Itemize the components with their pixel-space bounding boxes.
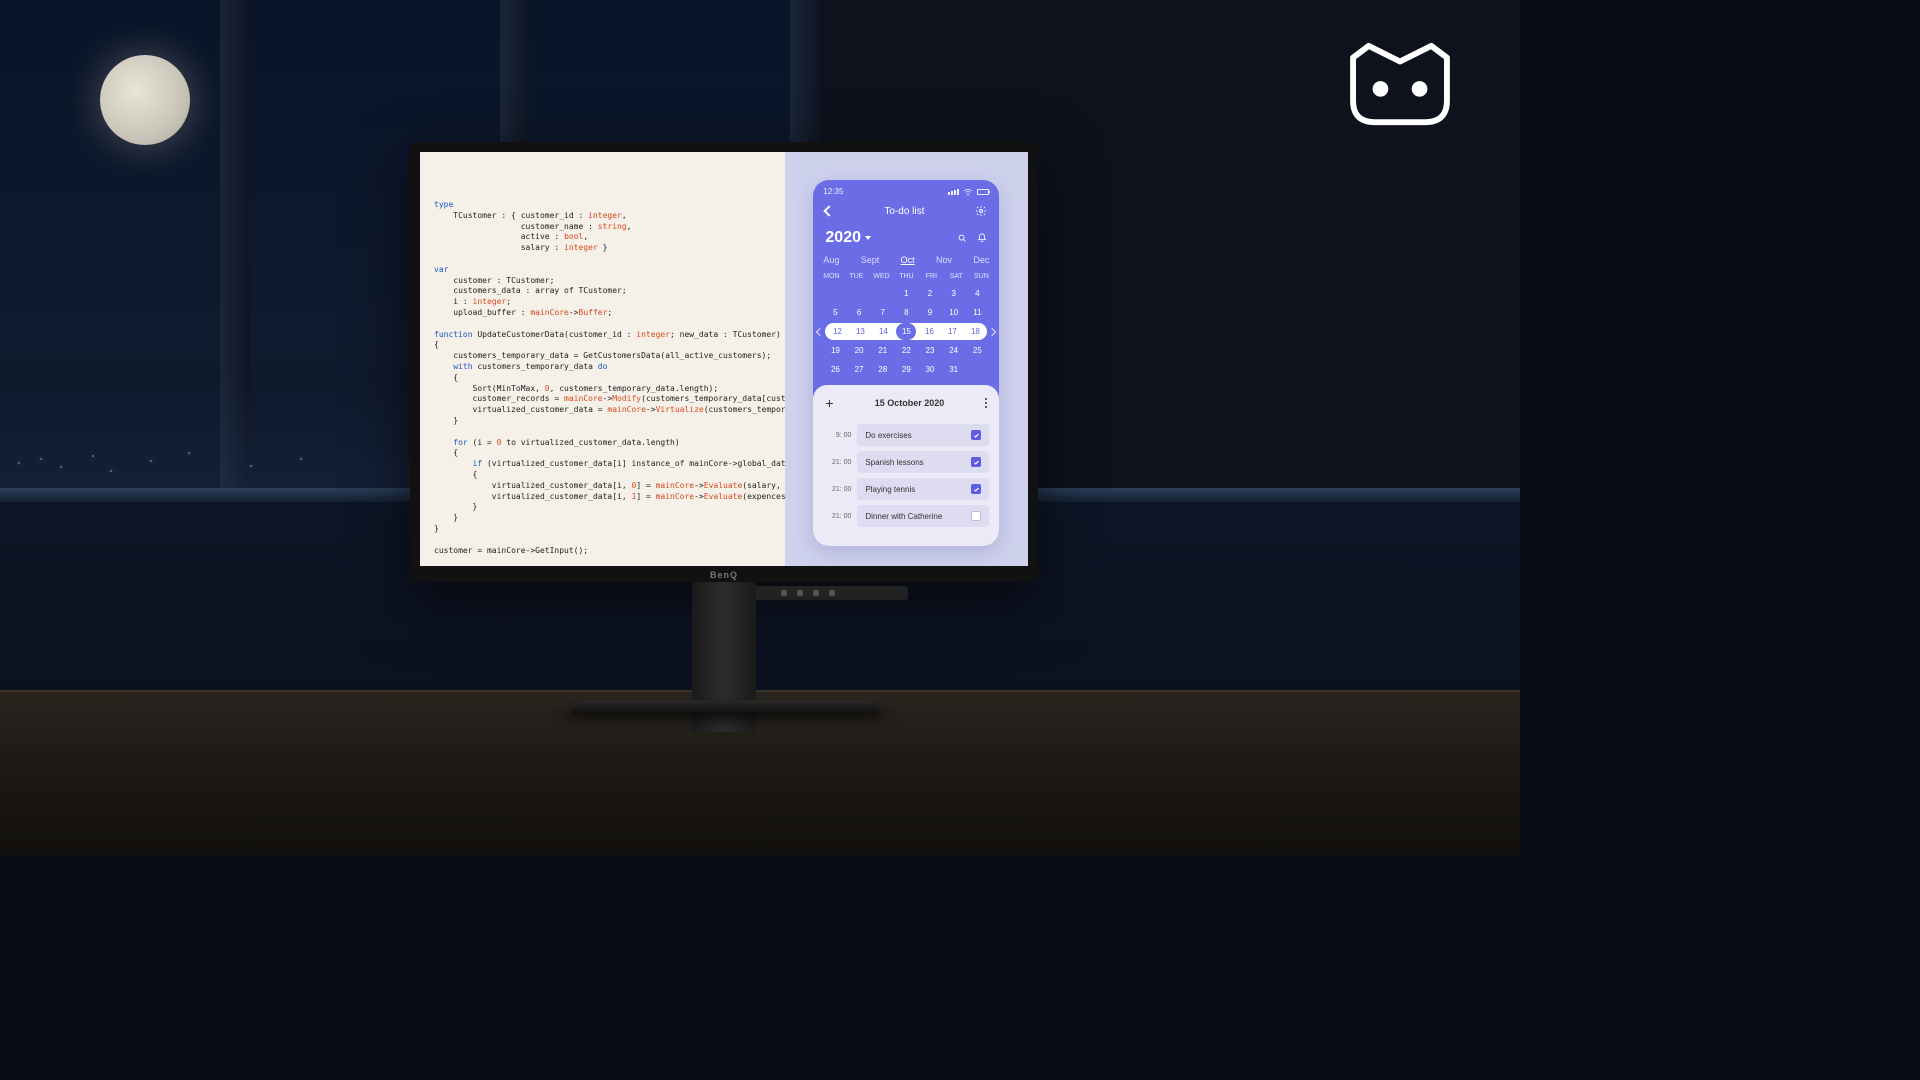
task-row[interactable]: 21: 00 Playing tennis	[823, 478, 989, 500]
bell-icon[interactable]	[977, 233, 987, 243]
status-bar: 12:35	[813, 180, 999, 201]
year-selector[interactable]: 2020	[825, 229, 871, 247]
calendar-day[interactable]: 23	[920, 342, 940, 359]
month-tab[interactable]: Oct	[901, 255, 915, 265]
next-week-icon[interactable]	[988, 327, 996, 335]
phone-mock: 12:35 To-do list 20 2	[813, 180, 999, 546]
app-preview-pane: 12:35 To-do list 20 2	[785, 152, 1028, 566]
calendar-day[interactable]: 31	[944, 361, 964, 378]
calendar-day[interactable]: 26	[825, 361, 845, 378]
more-icon[interactable]	[985, 398, 987, 408]
calendar-day[interactable]: 6	[849, 304, 869, 321]
month-tab[interactable]: Dec	[973, 255, 989, 265]
calendar-day[interactable]: 24	[944, 342, 964, 359]
calendar-day[interactable]: 10	[944, 304, 964, 321]
calendar-day[interactable]: 11	[967, 304, 987, 321]
wifi-icon	[963, 187, 973, 197]
task-time: 21: 00	[823, 513, 851, 520]
calendar-week[interactable]: 262728293031	[813, 360, 999, 379]
app-title: To-do list	[884, 206, 924, 217]
calendar-day[interactable]: 5	[825, 304, 845, 321]
task-row[interactable]: 21: 00 Spanish lessons	[823, 451, 989, 473]
task-checkbox[interactable]	[971, 430, 981, 440]
calendar-day[interactable]: 9	[920, 304, 940, 321]
task-checkbox[interactable]	[971, 457, 981, 467]
calendar-day[interactable]: 12	[827, 323, 847, 340]
calendar-week[interactable]: 12131415161718	[813, 322, 999, 341]
task-label: Spanish lessons	[857, 451, 989, 473]
monitor-bezel: type TCustomer : { customer_id : integer…	[410, 142, 1038, 582]
caret-down-icon	[865, 236, 871, 240]
calendar-day[interactable]: 20	[849, 342, 869, 359]
monitor-stand	[570, 700, 881, 714]
calendar-day	[825, 285, 845, 302]
calendar-day	[873, 285, 893, 302]
calendar-week[interactable]: 567891011	[813, 303, 999, 322]
calendar-day[interactable]: 19	[825, 342, 845, 359]
tasks-panel: + 15 October 2020 9: 00 Do exercises 21: 0…	[813, 385, 999, 546]
calendar-day[interactable]: 22	[896, 342, 916, 359]
back-icon[interactable]	[824, 205, 835, 216]
monitor-screen: type TCustomer : { customer_id : integer…	[420, 152, 1028, 566]
task-row[interactable]: 21: 00 Dinner with Catherine	[823, 505, 989, 527]
task-row[interactable]: 9: 00 Do exercises	[823, 424, 989, 446]
task-checkbox[interactable]	[971, 484, 981, 494]
calendar-day[interactable]: 15	[896, 323, 916, 340]
tasks-date: 15 October 2020	[875, 398, 945, 408]
add-task-button[interactable]: +	[825, 395, 833, 411]
calendar-day[interactable]: 17	[942, 323, 962, 340]
day-of-week-header: MONTUEWEDTHUFRISATSUN	[813, 271, 999, 284]
month-tab[interactable]: Sept	[861, 255, 880, 265]
calendar-day[interactable]: 14	[873, 323, 893, 340]
owl-logo-icon	[1340, 40, 1460, 128]
calendar-day[interactable]: 18	[965, 323, 985, 340]
task-label: Dinner with Catherine	[857, 505, 989, 527]
task-label: Do exercises	[857, 424, 989, 446]
task-time: 21: 00	[823, 486, 851, 493]
month-tabs[interactable]: Aug Sept Oct Nov Dec	[813, 253, 999, 271]
app-header: To-do list	[813, 201, 999, 225]
task-time: 21: 00	[823, 459, 851, 466]
calendar-day	[967, 361, 987, 378]
calendar-day[interactable]: 13	[850, 323, 870, 340]
code-editor: type TCustomer : { customer_id : integer…	[420, 152, 785, 566]
calendar-day[interactable]: 8	[896, 304, 916, 321]
calendar-day[interactable]: 30	[920, 361, 940, 378]
calendar-week[interactable]: 19202122232425	[813, 341, 999, 360]
month-tab[interactable]: Aug	[823, 255, 839, 265]
signal-icon	[948, 189, 959, 195]
calendar-day[interactable]: 3	[944, 285, 964, 302]
calendar-grid[interactable]: 1234567891011121314151617181920212223242…	[813, 284, 999, 379]
monitor: type TCustomer : { customer_id : integer…	[410, 142, 1038, 742]
month-tab[interactable]: Nov	[936, 255, 952, 265]
clock: 12:35	[823, 187, 843, 197]
calendar-day[interactable]: 4	[967, 285, 987, 302]
task-time: 9: 00	[823, 432, 851, 439]
calendar-day[interactable]: 2	[920, 285, 940, 302]
calendar-day[interactable]: 1	[896, 285, 916, 302]
calendar-day[interactable]: 29	[896, 361, 916, 378]
task-checkbox[interactable]	[971, 511, 981, 521]
monitor-brand: BenQ	[410, 570, 1038, 580]
calendar-day[interactable]: 16	[919, 323, 939, 340]
battery-icon	[977, 189, 989, 195]
calendar-day[interactable]: 28	[873, 361, 893, 378]
calendar-day[interactable]: 7	[873, 304, 893, 321]
year-row: 2020	[813, 225, 999, 253]
calendar-day[interactable]: 25	[967, 342, 987, 359]
calendar-week[interactable]: 1234	[813, 284, 999, 303]
calendar-day[interactable]: 21	[873, 342, 893, 359]
task-label: Playing tennis	[857, 478, 989, 500]
task-list: 9: 00Do exercises21: 00Spanish lessons21…	[823, 424, 989, 527]
search-icon[interactable]	[957, 233, 967, 243]
gear-icon[interactable]	[975, 205, 987, 217]
calendar-day	[849, 285, 869, 302]
prev-week-icon[interactable]	[816, 327, 824, 335]
calendar-day[interactable]: 27	[849, 361, 869, 378]
